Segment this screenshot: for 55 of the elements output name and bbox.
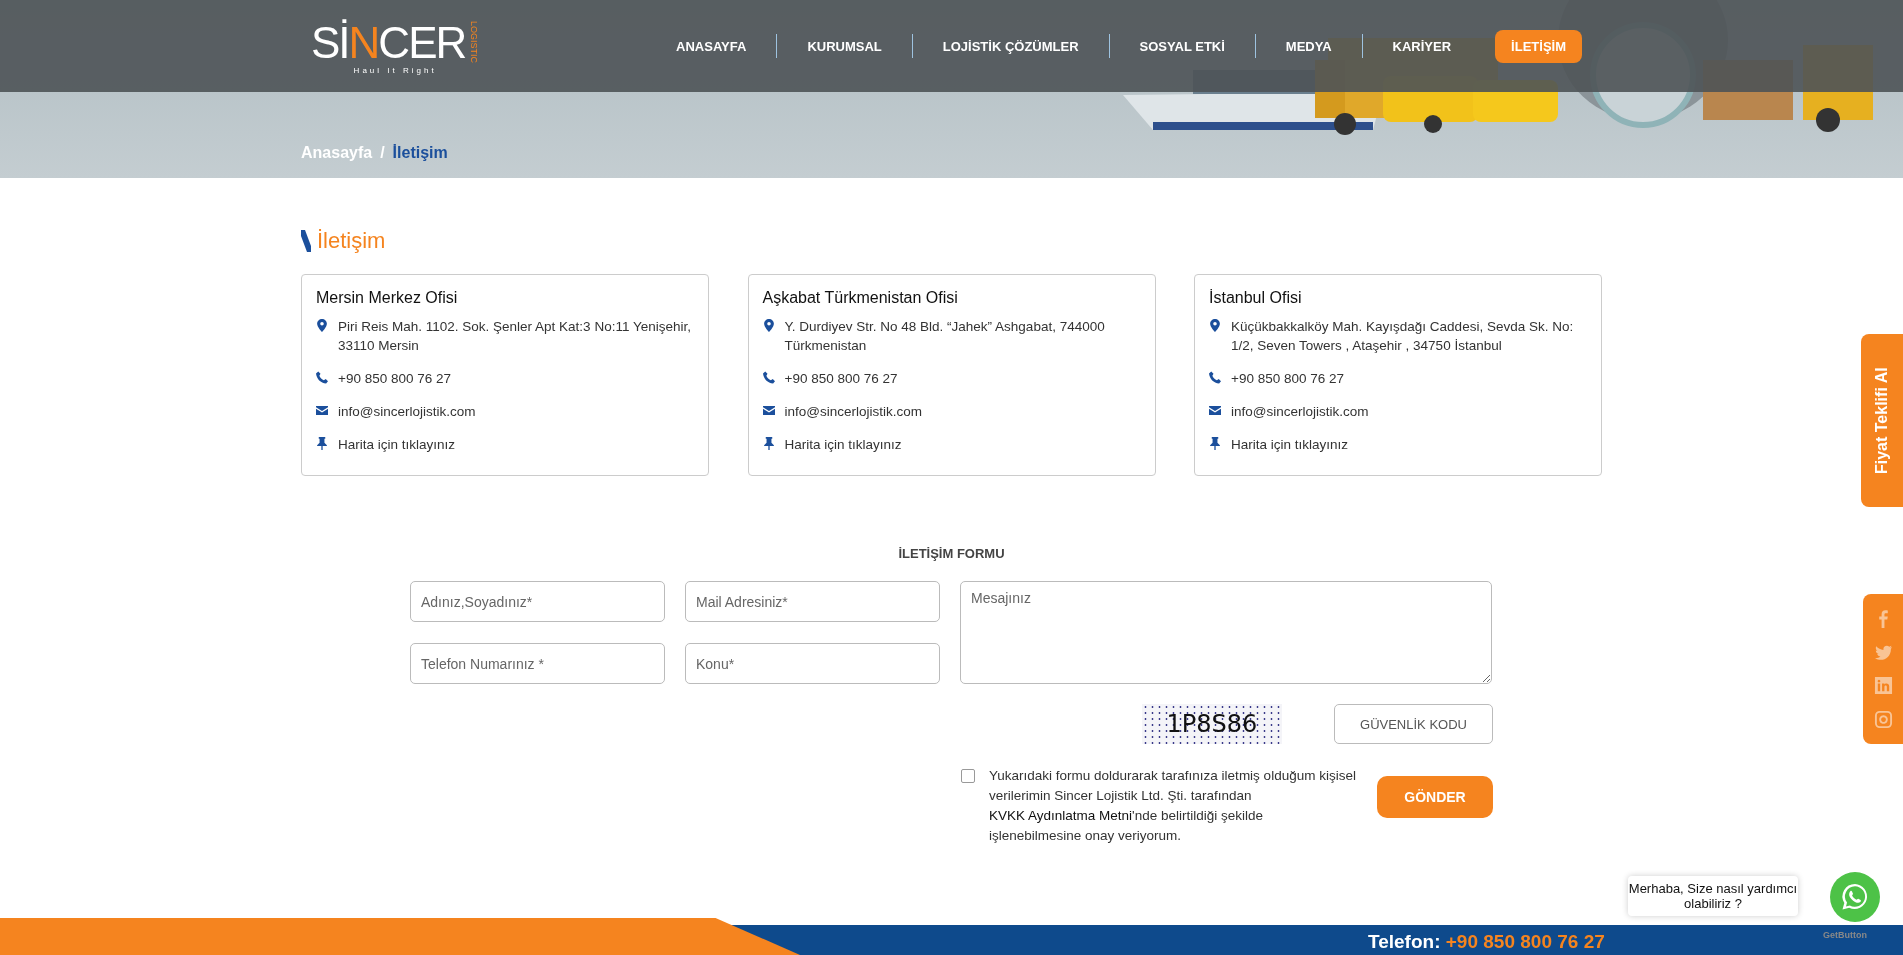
envelope-icon (762, 404, 775, 417)
envelope-icon (1209, 404, 1221, 417)
office-email[interactable]: info@sincerlojistik.com (338, 402, 476, 421)
office-address: Y. Durdiyev Str. No 48 Bld. “Jahek” Ashgabat, 744000 Türkmenistan (784, 318, 1106, 355)
phone-label: Telefon: (1368, 931, 1441, 952)
office-phone: +90 850 800 76 27 (784, 370, 898, 388)
office-title: Mersin Merkez Ofisi (316, 289, 459, 307)
consent-text: Yukarıdaki formu doldurarak tarafınıza iletmiş olduğum kişisel verilerimin Sincer Lojistik Ltd. Şti. tarafından KVKK Aydınlatma Metni'nde belirtildiği şekilde işlenebilmesine onay veriyorum. (989, 767, 1357, 845)
map-link[interactable]: Harita için tıklayınız (784, 435, 902, 454)
chat-bubble[interactable]: Merhaba, Size nasıl yardımcı olabiliriz ? (1628, 876, 1798, 916)
section-icon (301, 229, 311, 253)
linkedin-icon[interactable] (1873, 676, 1893, 696)
map-link[interactable]: Harita için tıklayınız (1231, 435, 1349, 454)
form-title: İLETİŞİM FORMU (897, 546, 1006, 561)
nav-link[interactable]: ANASAYFA (660, 29, 763, 63)
input-field[interactable]: Telefon Numarınız * (410, 643, 665, 684)
security-code-field[interactable]: GÜVENLİK KODU (1334, 704, 1493, 744)
whatsapp-icon[interactable] (1830, 872, 1880, 922)
nav-link[interactable]: KARİYER (1376, 29, 1468, 63)
pushpin-icon (316, 437, 328, 450)
office-address: Piri Reis Mah. 1102. Sok. Şenler Apt Kat:3 No:11 Yenişehir, 33110 Mersin (338, 318, 692, 355)
breadcrumb-link[interactable]: İletişim (392, 144, 448, 162)
input-field[interactable]: Adınız,Soyadınız* (410, 581, 665, 622)
captcha-code: 1P8S86 (1142, 704, 1282, 744)
location-pin-icon (762, 319, 775, 332)
instagram-icon[interactable] (1873, 710, 1893, 730)
breadcrumb-separator: / (380, 144, 385, 162)
office-phone: +90 850 800 76 27 (1231, 370, 1344, 388)
map-link[interactable]: Harita için tıklayınız (338, 435, 456, 454)
logo[interactable]: SİNCER LOGISTIC Haul It Right (311, 17, 480, 75)
phone-icon (316, 371, 328, 384)
nav-link[interactable]: SOSYAL ETKİ (1123, 29, 1241, 63)
kvkk-link[interactable]: KVKK Aydınlatma Metni (989, 808, 1133, 823)
consent-checkbox[interactable] (961, 769, 975, 783)
message-field[interactable]: Mesajınız (960, 581, 1492, 684)
office-address: Küçükbakkalköy Mah. Kayışdağı Caddesi, Sevda Sk. No: 1/2, Seven Towers , Ataşehir , 34750 İstanbul (1231, 318, 1575, 355)
location-pin-icon (1209, 319, 1221, 332)
nav-link[interactable]: KURUMSAL (791, 29, 898, 63)
phone-icon (1209, 371, 1221, 384)
office-email[interactable]: info@sincerlojistik.com (1231, 402, 1369, 421)
office-email[interactable]: info@sincerlojistik.com (784, 402, 922, 421)
pushpin-icon (762, 437, 775, 450)
nav-link[interactable]: MEDYA (1269, 29, 1348, 63)
office-phone: +90 850 800 76 27 (338, 370, 451, 388)
pushpin-icon (1209, 437, 1221, 450)
phone-icon (762, 371, 775, 384)
office-title: Aşkabat Türkmenistan Ofisi (762, 289, 959, 307)
input-field[interactable]: Konu* (685, 643, 940, 684)
footer-phone[interactable]: +90 850 800 76 27 (1445, 931, 1605, 952)
envelope-icon (316, 404, 328, 417)
office-title: İstanbul Ofisi (1209, 289, 1303, 307)
input-field[interactable]: Mail Adresiniz* (685, 581, 940, 622)
nav-link[interactable]: LOJİSTİK ÇÖZÜMLER (926, 29, 1095, 63)
section-title: İletişim (317, 228, 386, 254)
location-pin-icon (316, 319, 328, 332)
